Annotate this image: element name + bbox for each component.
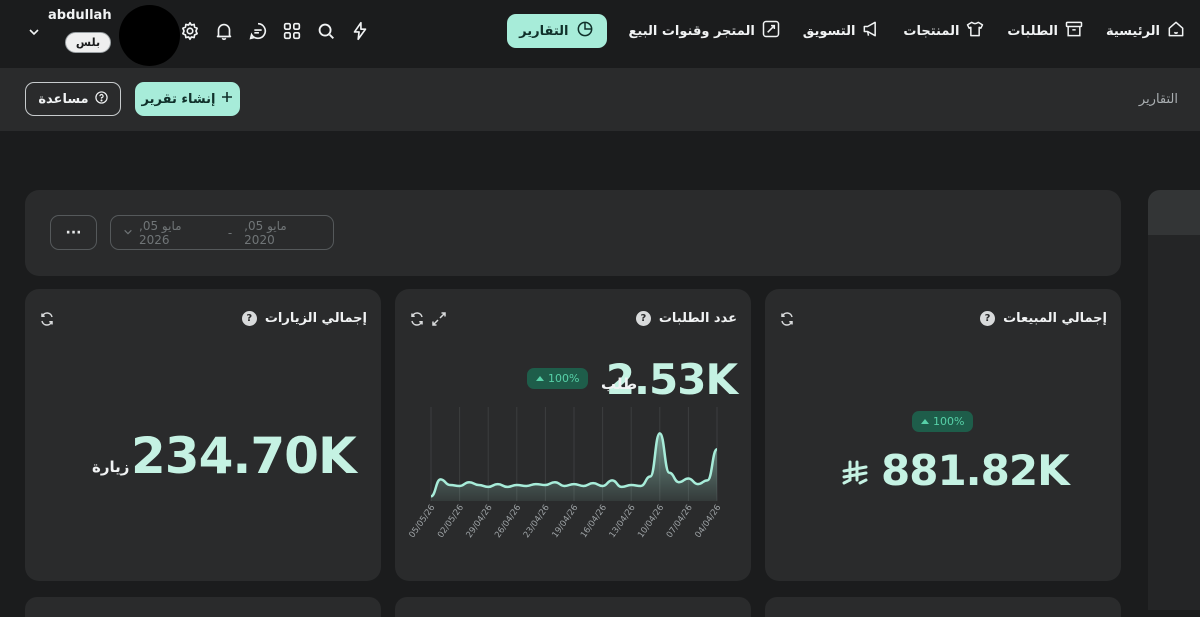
x-tick-label: 16/04/26 [579,503,609,540]
x-tick-label: 23/04/26 [522,503,552,540]
sales-change-badge: 100% [912,411,974,432]
chat-icon[interactable] [247,20,269,42]
total-visits-card: إجمالي الزيارات ? 234.70K زيارة [25,289,381,581]
nav-item-marketing[interactable]: التسويق [803,14,882,48]
nav-item-orders[interactable]: الطلبات [1007,14,1084,48]
info-icon[interactable]: ? [980,311,996,326]
orders-change-value: 100% [548,372,580,385]
gear-icon[interactable] [179,20,201,42]
card-title: إجمالي المبيعات ? [980,311,1107,326]
riyal-icon [841,459,869,491]
chevron-down-icon [123,226,133,240]
top-navigation-bar: الرئيسية الطلبات المنتجات التسويق المتجر… [0,0,1200,68]
sales-change-value: 100% [933,415,965,428]
refresh-icon[interactable] [779,311,795,327]
pie-chart-icon [575,19,595,43]
storefront-icon [761,19,781,43]
x-tick-label: 05/05/26 [407,503,437,540]
x-tick-label: 07/04/26 [665,503,695,540]
visits-unit: زيارة [92,458,130,476]
create-report-label: إنشاء تقرير [141,91,216,107]
arrow-up-icon [921,419,929,424]
orders-change-badge: 100% [527,368,589,389]
apps-grid-icon[interactable] [281,20,303,42]
info-icon[interactable]: ? [241,311,257,326]
date-separator: - [227,225,233,240]
nav-item-label: المتجر وقنوات البيع [628,23,755,39]
help-label: مساعدة [38,91,89,107]
visits-value: 234.70K [131,427,357,485]
toolbar-icons: abdullah بلس [0,0,380,68]
info-icon[interactable]: ? [635,311,651,326]
card-row-2-item [395,597,751,617]
x-tick-label: 26/04/26 [493,503,523,540]
nav-item-store-channels[interactable]: المتجر وقنوات البيع [629,14,781,48]
date-from: مايو 05, 2020 [244,218,287,247]
card-row-2-item [765,597,1121,617]
total-sales-card: إجمالي المبيعات ? 100% 881.82K [765,289,1121,581]
side-panel [1148,190,1200,610]
filters-panel: ··· مايو 05, 2020 - مايو 05, 2026 [25,190,1121,276]
expand-icon[interactable] [431,311,447,327]
avatar[interactable] [119,5,180,66]
megaphone-icon [861,19,881,43]
x-tick-label: 19/04/26 [550,503,580,540]
arrow-up-icon [536,376,544,381]
nav-item-label: التسويق [802,23,856,39]
card-title: إجمالي الزيارات ? [241,311,367,326]
card-title: عدد الطلبات ? [635,311,737,326]
card-title-text: عدد الطلبات [658,311,737,326]
nav-item-reports[interactable]: التقارير [507,14,607,48]
refresh-icon[interactable] [409,311,425,327]
search-icon[interactable] [315,20,337,42]
lightning-icon[interactable] [349,20,371,42]
nav-item-label: الرئيسية [1105,23,1160,39]
username: abdullah [48,8,112,23]
orders-area-chart: 05/05/2602/05/2629/04/2626/04/2623/04/26… [407,407,723,540]
orders-count-card: عدد الطلبات ? 2.53K طلب 100% 05/05/26 02/… [395,289,751,581]
help-button[interactable]: مساعدة [25,82,121,116]
card-title-text: إجمالي المبيعات [1003,311,1107,326]
more-options-button[interactable]: ··· [50,215,97,250]
orders-unit: طلب [601,375,638,393]
create-report-button[interactable]: إنشاء تقرير [135,82,240,116]
shirt-icon [965,19,985,43]
sales-value: 881.82K [881,446,1070,495]
date-range-picker[interactable]: مايو 05, 2020 - مايو 05, 2026 [110,215,334,250]
nav-item-products[interactable]: المنتجات [903,14,985,48]
home-icon [1166,19,1186,43]
refresh-icon[interactable] [39,311,55,327]
nav-item-label: الطلبات [1007,23,1058,39]
plus-icon [221,91,233,107]
page-header: التقارير إنشاء تقرير مساعدة [0,68,1200,131]
bell-icon[interactable] [213,20,235,42]
archive-icon [1064,19,1084,43]
plan-badge: بلس [65,32,111,53]
x-tick-label: 02/05/26 [436,503,466,540]
x-tick-label: 04/04/26 [693,503,723,540]
nav-item-label: التقارير [519,23,569,39]
main-nav: الرئيسية الطلبات المنتجات التسويق المتجر… [485,14,1186,48]
nav-item-label: المنتجات [903,23,960,39]
x-tick-label: 10/04/26 [636,503,666,540]
card-row-2-item [25,597,381,617]
question-circle-icon [94,90,108,108]
date-to: مايو 05, 2026 [139,218,182,247]
x-tick-label: 29/04/26 [465,503,495,540]
nav-item-home[interactable]: الرئيسية [1106,14,1186,48]
chevron-down-icon[interactable] [26,24,42,40]
card-title-text: إجمالي الزيارات [264,311,367,326]
side-panel-header [1148,190,1200,235]
x-tick-label: 13/04/26 [608,503,638,540]
breadcrumb[interactable]: التقارير [1139,92,1178,107]
